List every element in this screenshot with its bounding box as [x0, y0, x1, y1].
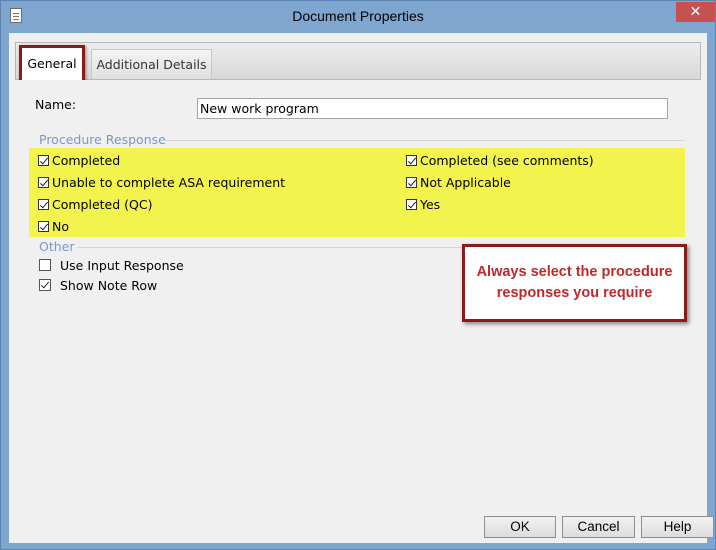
- help-button[interactable]: Help: [641, 516, 714, 538]
- checkbox-label: Use Input Response: [60, 257, 184, 273]
- checkbox-completed-see-comments[interactable]: Completed (see comments): [406, 151, 594, 169]
- checkbox-box[interactable]: [38, 154, 49, 166]
- checkbox-unable-asa[interactable]: Unable to complete ASA requirement: [38, 173, 285, 191]
- checkbox-box[interactable]: [406, 176, 417, 188]
- checkbox-yes[interactable]: Yes: [406, 195, 440, 213]
- name-label: Name:: [35, 97, 77, 112]
- checkbox-completed[interactable]: Completed: [38, 151, 120, 169]
- checkbox-label: Unable to complete ASA requirement: [52, 174, 286, 190]
- checkbox-label: Completed (see comments): [420, 152, 594, 168]
- tab-additional-details[interactable]: Additional Details: [91, 49, 212, 79]
- dialog-window: Document Properties ✕ Additional Details…: [0, 0, 716, 550]
- annotation-text: Always select the procedure responses yo…: [476, 264, 673, 301]
- other-heading: Other: [39, 239, 75, 254]
- window-title: Document Properties: [292, 8, 424, 24]
- checkbox-no[interactable]: No: [38, 217, 69, 235]
- checkbox-completed-qc[interactable]: Completed (QC): [38, 195, 152, 213]
- checkbox-box[interactable]: [38, 176, 49, 188]
- checkbox-label: Yes: [420, 196, 441, 212]
- checkbox-label: Show Note Row: [60, 277, 158, 293]
- ok-button[interactable]: OK: [484, 516, 556, 538]
- name-input[interactable]: New work program: [197, 98, 668, 119]
- checkbox-label: Not Applicable: [420, 174, 511, 190]
- checkbox-box[interactable]: [39, 259, 51, 271]
- checkbox-box[interactable]: [406, 154, 417, 166]
- checkbox-box[interactable]: [39, 279, 51, 291]
- procedure-response-heading: Procedure Response: [39, 132, 166, 147]
- checkbox-box[interactable]: [38, 220, 49, 232]
- checkbox-label: Completed (QC): [52, 196, 153, 212]
- procedure-response-divider: [161, 140, 685, 141]
- dialog-client-area: Additional Details General Name: New wor…: [9, 33, 714, 543]
- checkbox-use-input-response[interactable]: Use Input Response: [39, 256, 184, 274]
- checkbox-label: No: [52, 218, 69, 234]
- checkbox-label: Completed: [52, 152, 121, 168]
- tab-general[interactable]: General: [19, 46, 85, 80]
- annotation-callout: Always select the procedure responses yo…: [462, 244, 687, 322]
- checkbox-not-applicable[interactable]: Not Applicable: [406, 173, 511, 191]
- cancel-button[interactable]: Cancel: [562, 516, 635, 538]
- checkbox-show-note-row[interactable]: Show Note Row: [39, 276, 157, 294]
- close-button[interactable]: ✕: [676, 2, 715, 22]
- checkbox-box[interactable]: [406, 198, 417, 210]
- checkbox-box[interactable]: [38, 198, 49, 210]
- title-bar[interactable]: Document Properties ✕: [1, 1, 715, 33]
